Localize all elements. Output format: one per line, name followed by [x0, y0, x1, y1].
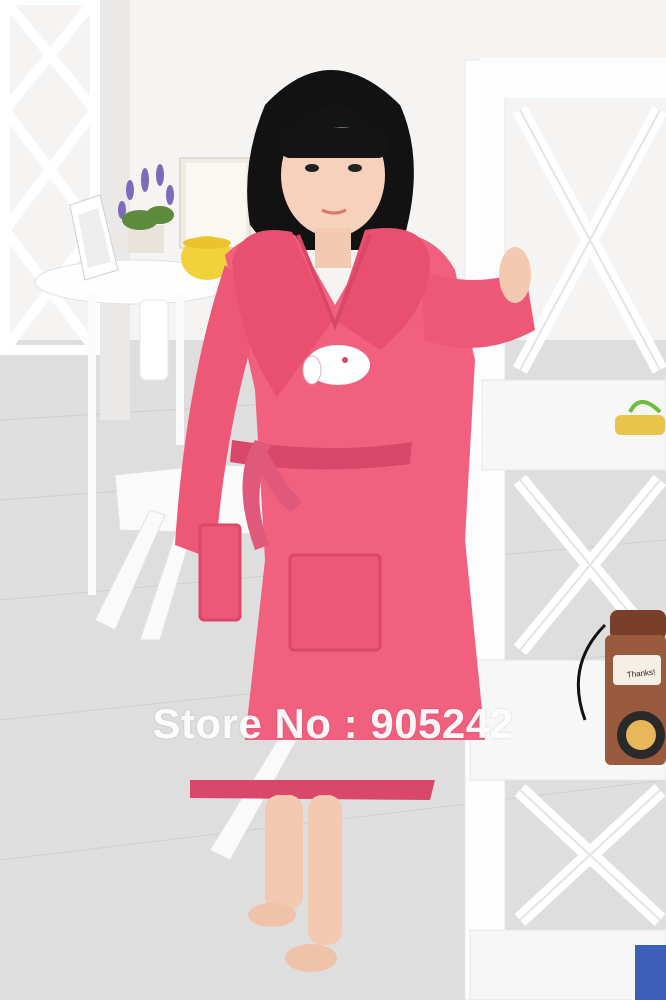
- product-photo: Thanks! Store No : 905242: [0, 0, 666, 1000]
- store-watermark: Store No : 905242: [152, 700, 514, 747]
- blue-box: [635, 945, 666, 1000]
- photo-scene: [0, 0, 666, 1000]
